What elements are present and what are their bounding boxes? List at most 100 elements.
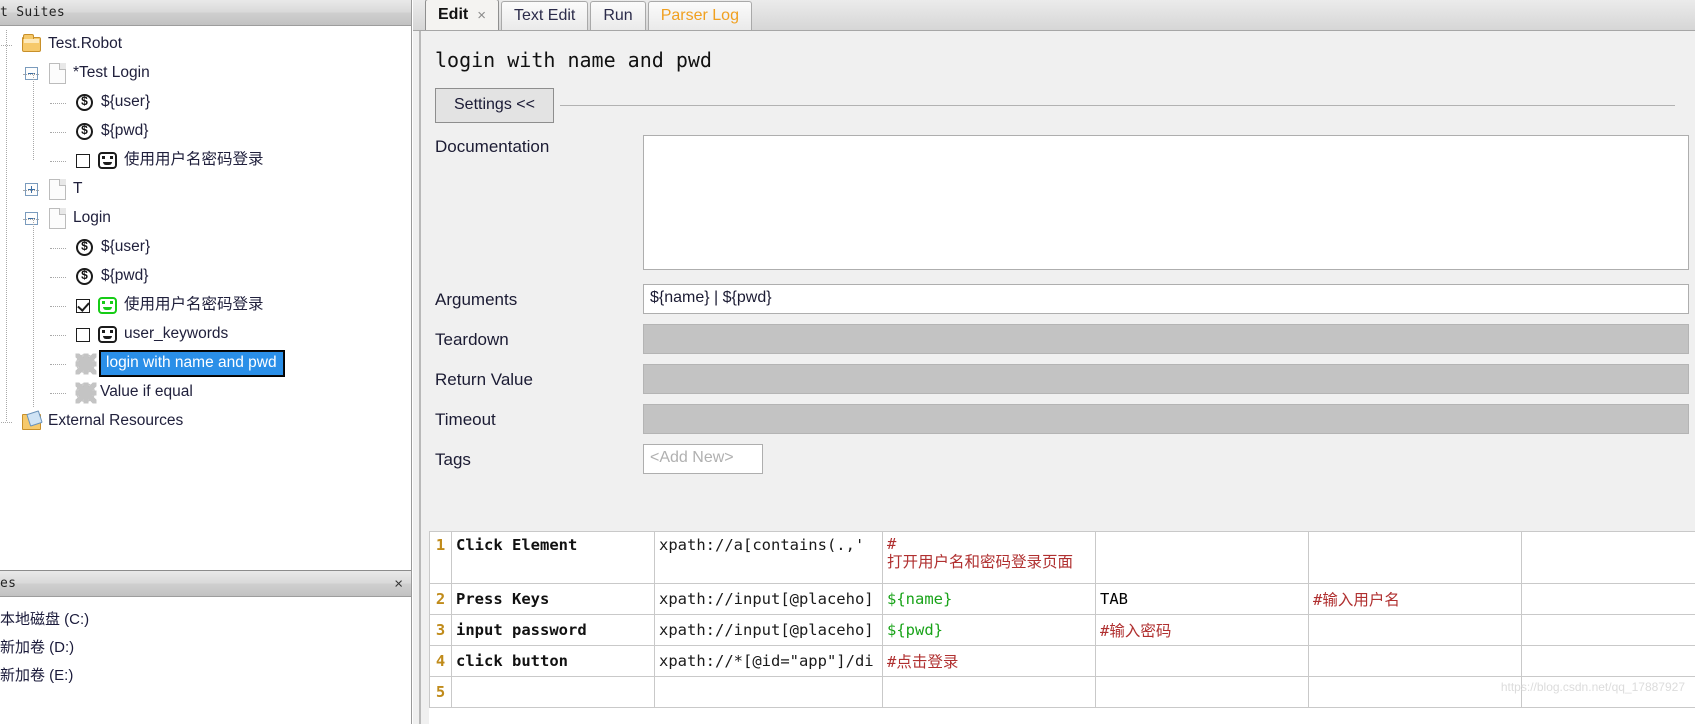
tree-connector: [50, 363, 66, 365]
step-arg3-cell[interactable]: TAB: [1095, 583, 1309, 615]
step-arg2-cell[interactable]: # 打开用户名和密码登录页面: [882, 531, 1096, 584]
tags-add-new-input[interactable]: <Add New>: [643, 444, 763, 474]
step-arg4-cell[interactable]: #输入用户名: [1308, 583, 1522, 615]
tree-item-label: Value if equal: [100, 382, 193, 400]
step-keyword-cell[interactable]: input password: [451, 614, 655, 646]
tab-run[interactable]: Run: [590, 1, 646, 30]
tree-item[interactable]: T: [0, 175, 411, 204]
step-arg3-cell[interactable]: [1095, 676, 1309, 708]
tree-item-label: 使用用户名密码登录: [124, 150, 264, 168]
tree-item-label: user_keywords: [124, 324, 229, 342]
tab-parser-log[interactable]: Parser Log: [647, 1, 752, 30]
step-keyword-cell[interactable]: click button: [451, 645, 655, 677]
table-row[interactable]: 1 Click Element xpath://a[contains(.,' # 打开用…: [429, 531, 1695, 584]
step-arg1-cell[interactable]: xpath://a[contains(.,': [654, 531, 883, 584]
tree-item[interactable]: ${user}: [0, 233, 411, 262]
step-arg5-cell[interactable]: [1521, 645, 1695, 677]
cell-text: #输入用户名: [1313, 591, 1400, 609]
return-value-label: Return Value: [435, 370, 533, 389]
cell-text: #输入密码: [1100, 622, 1172, 640]
timeout-row: Timeout: [435, 404, 1695, 434]
tree-item[interactable]: login with name and pwd: [0, 349, 411, 378]
teardown-label: Teardown: [435, 330, 509, 349]
tab-edit[interactable]: Edit ×: [425, 0, 499, 30]
settings-row: Settings <<: [435, 88, 1695, 123]
table-row[interactable]: 5: [429, 676, 1695, 708]
tree-item[interactable]: user_keywords: [0, 320, 411, 349]
step-arg3-cell[interactable]: [1095, 531, 1309, 584]
step-arg5-cell[interactable]: [1521, 583, 1695, 615]
suite-tree[interactable]: Test.Robot *Test Login ${user} ${pwd} 使用用户名密…: [0, 26, 411, 436]
tree-item-checkbox[interactable]: [76, 327, 90, 342]
teardown-input[interactable]: [643, 324, 1689, 354]
settings-toggle-button[interactable]: Settings <<: [435, 88, 554, 123]
tree-item-checkbox[interactable]: [76, 153, 90, 168]
table-row[interactable]: 2 Press Keys xpath://input[@placeho] ${name…: [429, 583, 1695, 615]
step-keyword-cell[interactable]: Click Element: [451, 531, 655, 584]
drive-list-item[interactable]: 新加卷 (E:): [0, 660, 411, 688]
tree-item[interactable]: External Resources: [0, 407, 411, 436]
editor-tabstrip[interactable]: Edit × Text Edit Run Parser Log: [413, 0, 1695, 31]
step-arg2-cell[interactable]: #点击登录: [882, 645, 1096, 677]
step-arg1-cell[interactable]: xpath://input[@placeho]: [654, 583, 883, 615]
tree-item[interactable]: Value if equal: [0, 378, 411, 407]
tree-item[interactable]: ${pwd}: [0, 117, 411, 146]
tree-item[interactable]: Login: [0, 204, 411, 233]
tree-item[interactable]: Test.Robot: [0, 30, 411, 59]
step-arg3-cell[interactable]: #输入密码: [1095, 614, 1309, 646]
drive-list-item[interactable]: 新加卷 (D:): [0, 632, 411, 660]
close-icon[interactable]: ×: [477, 7, 486, 24]
return-value-input[interactable]: [643, 364, 1689, 394]
step-arg3-cell[interactable]: [1095, 645, 1309, 677]
editor-body: login with name and pwd Settings << Docu…: [419, 31, 1695, 724]
step-arg5-cell[interactable]: [1521, 531, 1695, 584]
step-arg2-cell[interactable]: ${pwd}: [882, 614, 1096, 646]
tree-item-label: Login: [73, 208, 111, 226]
step-arg2-comment: # 打开用户名和密码登录页面: [887, 535, 1091, 572]
tree-item-checkbox[interactable]: [76, 298, 90, 313]
step-arg5-cell[interactable]: [1521, 614, 1695, 646]
drive-label: 本地磁盘 (C:): [0, 610, 90, 628]
tree-item[interactable]: ${pwd}: [0, 262, 411, 291]
tree-item[interactable]: *Test Login: [0, 59, 411, 88]
gear-icon: [76, 383, 95, 402]
tab-label: Parser Log: [660, 7, 739, 24]
table-row[interactable]: 4 click button xpath://*[@id="app"]/di #点击登…: [429, 645, 1695, 677]
step-keyword-cell[interactable]: [451, 676, 655, 708]
step-arg2-cell[interactable]: [882, 676, 1096, 708]
file-icon: [49, 179, 66, 200]
tree-item[interactable]: 使用用户名密码登录: [0, 291, 411, 320]
step-arg5-cell[interactable]: [1521, 676, 1695, 708]
step-keyword-cell[interactable]: Press Keys: [451, 583, 655, 615]
tree-connector: [23, 189, 39, 191]
timeout-input[interactable]: [643, 404, 1689, 434]
documentation-label: Documentation: [435, 137, 550, 156]
tree-item[interactable]: 使用用户名密码登录: [0, 146, 411, 175]
documentation-input[interactable]: [643, 135, 1689, 270]
row-number: 1: [429, 531, 452, 584]
step-arg4-cell[interactable]: [1308, 645, 1522, 677]
close-icon[interactable]: ×: [394, 576, 403, 591]
step-arg1-cell[interactable]: xpath://input[@placeho]: [654, 614, 883, 646]
drive-list-item[interactable]: 本地磁盘 (C:): [0, 604, 411, 632]
variable-icon: [76, 123, 93, 140]
left-column: t Suites Test.Robot *Test Login ${user} ${p…: [0, 0, 412, 724]
step-arg1-cell[interactable]: [654, 676, 883, 708]
tree-item[interactable]: ${user}: [0, 88, 411, 117]
tree-item-label: ${pwd}: [101, 121, 149, 139]
arguments-input[interactable]: ${name} | ${pwd}: [643, 284, 1689, 314]
tab-text-edit[interactable]: Text Edit: [500, 1, 589, 30]
drive-list[interactable]: 本地磁盘 (C:) 新加卷 (D:) 新加卷 (E:): [0, 597, 411, 688]
table-row[interactable]: 3 input password xpath://input[@placeho] ${…: [429, 614, 1695, 646]
step-arg1-cell[interactable]: xpath://*[@id="app"]/di: [654, 645, 883, 677]
step-arg4-cell[interactable]: [1308, 676, 1522, 708]
tree-connector: [50, 276, 66, 278]
keyword-icon: [98, 152, 117, 169]
step-arg4-cell[interactable]: [1308, 614, 1522, 646]
tree-connector: [50, 392, 66, 394]
test-suites-panel: t Suites Test.Robot *Test Login ${user} ${p…: [0, 0, 411, 570]
return-value-row: Return Value: [435, 364, 1695, 394]
keyword-steps-grid[interactable]: 1 Click Element xpath://a[contains(.,' # 打开用…: [429, 531, 1695, 724]
step-arg2-cell[interactable]: ${name}: [882, 583, 1096, 615]
step-arg4-cell[interactable]: [1308, 531, 1522, 584]
